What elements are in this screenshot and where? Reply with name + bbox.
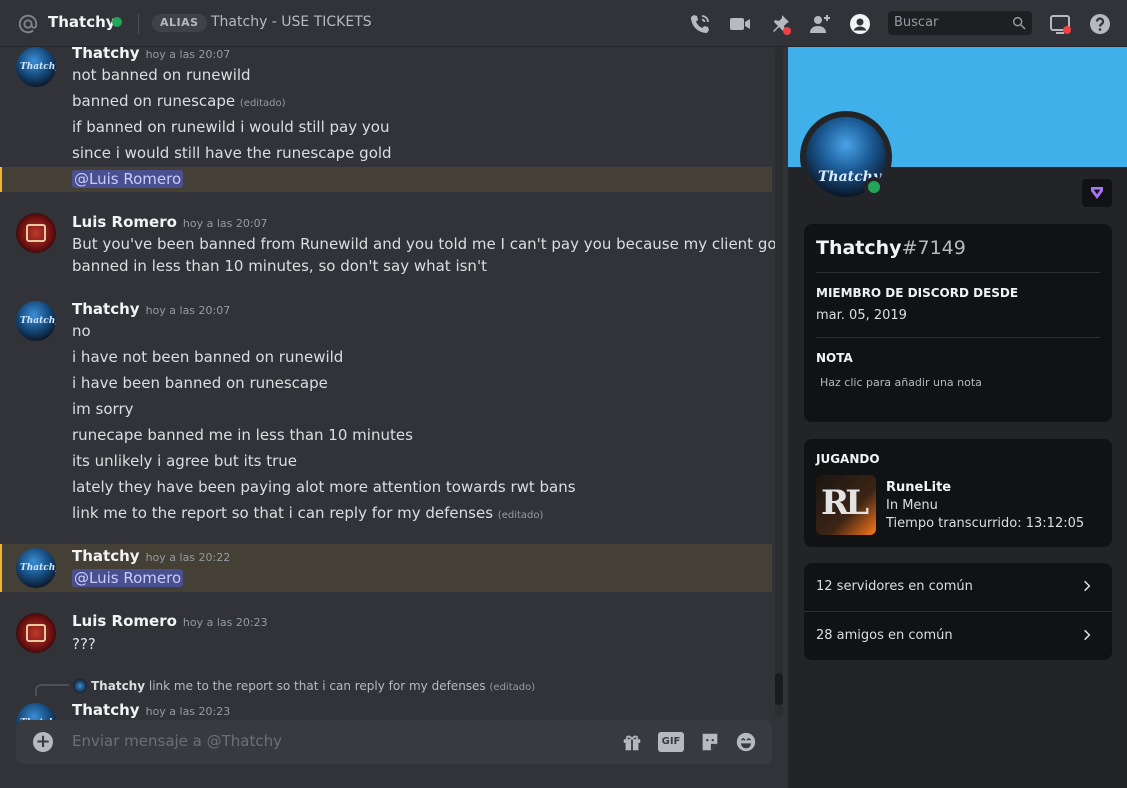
- message-line: banned in less than 10 minutes, so don't…: [72, 257, 487, 275]
- mutuals-card: 12 servidores en común 28 amigos en comú…: [804, 563, 1112, 660]
- header-divider: [138, 14, 139, 34]
- message-line: @Luis Romero: [72, 170, 184, 188]
- divider: [816, 272, 1100, 273]
- message-line: since i would still have the runescape g…: [72, 144, 392, 162]
- online-status-dot: [864, 177, 884, 197]
- video-call-icon[interactable]: [728, 12, 752, 36]
- message-line: i have not been banned on runewild: [72, 348, 344, 366]
- avatar[interactable]: Thatchy: [16, 301, 56, 341]
- message-composer: + GIF: [16, 720, 772, 764]
- edited-tag: (editado): [497, 510, 544, 521]
- message-author[interactable]: Luis Romero hoy a las 20:23: [72, 612, 268, 630]
- alias-tag: ALIAS: [152, 14, 207, 32]
- message-line: @Luis Romero: [72, 569, 184, 587]
- profile-badge[interactable]: [1082, 179, 1112, 207]
- avatar-logo-text: Thatchy: [20, 62, 56, 72]
- game-name: RuneLite: [886, 480, 952, 495]
- profile-discriminator: #7149: [901, 237, 966, 259]
- avatar-logo-text: Thatchy: [20, 563, 56, 573]
- message-line: link me to the report so that i can repl…: [72, 504, 544, 522]
- game-art-logo: RL: [821, 483, 869, 523]
- dm-user-name[interactable]: Thatchy: [48, 13, 116, 31]
- chat-scrollbar-thumb[interactable]: [775, 673, 783, 705]
- message-line: runecape banned me in less than 10 minut…: [72, 426, 413, 444]
- message-line: ???: [72, 635, 96, 653]
- message-line: i have been banned on runescape: [72, 374, 328, 392]
- channel-header: Thatchy ALIAS Thatchy - USE TICKETS Busc…: [0, 0, 1127, 47]
- mutual-friends-row[interactable]: 28 amigos en común: [804, 612, 1112, 660]
- at-sign-icon: [18, 14, 38, 34]
- alias-text: Thatchy - USE TICKETS: [211, 14, 372, 30]
- search-icon: [1012, 16, 1026, 30]
- message-line: its unlikely i agree but its true: [72, 452, 297, 470]
- chevron-right-icon: [1084, 629, 1091, 641]
- message-timestamp: hoy a las 20:23: [182, 616, 268, 629]
- reply-connector: [35, 684, 69, 696]
- activity-card: JUGANDO RL RuneLite In Menu Tiempo trans…: [804, 439, 1112, 547]
- message-timestamp: hoy a las 20:23: [145, 705, 231, 718]
- message-line: im sorry: [72, 400, 134, 418]
- mutual-servers-row[interactable]: 12 servidores en común: [804, 563, 1112, 611]
- note-input[interactable]: Haz clic para añadir una nota: [820, 376, 982, 389]
- search-input[interactable]: Buscar: [888, 11, 1032, 35]
- message-author[interactable]: Thatchy hoy a las 20:22: [72, 547, 230, 565]
- message-timestamp: hoy a las 20:07: [145, 48, 231, 61]
- message-line: if banned on runewild i would still pay …: [72, 118, 390, 136]
- member-since-date: mar. 05, 2019: [816, 308, 907, 323]
- user-mention[interactable]: @Luis Romero: [72, 569, 184, 587]
- add-friend-icon[interactable]: [808, 12, 832, 36]
- game-elapsed: Tiempo transcurrido: 13:12:05: [886, 516, 1085, 531]
- message-timestamp: hoy a las 20:07: [145, 304, 231, 317]
- profile-icon[interactable]: [848, 12, 872, 36]
- message-input[interactable]: [72, 732, 592, 750]
- inbox-icon[interactable]: [1048, 12, 1072, 36]
- message-author[interactable]: Thatchy hoy a las 20:07: [72, 47, 230, 62]
- message-list: Thatchy Thatchyhoy a las 20:07 not banne…: [0, 47, 787, 788]
- message-line: But you've been banned from Runewild and…: [72, 235, 783, 253]
- phone-call-icon[interactable]: [688, 12, 712, 36]
- message-author[interactable]: Thatchy hoy a las 20:07: [72, 300, 230, 318]
- chevron-right-icon: [1084, 580, 1091, 592]
- user-mention[interactable]: @Luis Romero: [72, 170, 184, 188]
- message-line: banned on runescape (editado): [72, 92, 286, 110]
- message-author[interactable]: Thatchy hoy a las 20:23: [72, 701, 230, 719]
- game-state: In Menu: [886, 498, 938, 513]
- reply-avatar: [73, 679, 87, 693]
- user-profile-panel: Thatchy Thatchy#7149 MIEMBRO DE DISCORD …: [788, 47, 1127, 788]
- avatar[interactable]: [16, 213, 56, 253]
- member-since-title: MIEMBRO DE DISCORD DESDE: [816, 286, 1019, 300]
- profile-username: Thatchy#7149: [816, 237, 966, 259]
- online-status-dot: [112, 17, 122, 27]
- emoji-icon[interactable]: [734, 731, 758, 753]
- reply-preview[interactable]: Thatchy link me to the report so that i …: [91, 679, 535, 693]
- mutual-servers-label: 12 servidores en común: [816, 579, 973, 594]
- avatar[interactable]: Thatchy: [16, 47, 56, 87]
- profile-info-card: Thatchy#7149 MIEMBRO DE DISCORD DESDE ma…: [804, 224, 1112, 422]
- pin-icon[interactable]: [768, 12, 792, 36]
- message-timestamp: hoy a las 20:22: [145, 551, 231, 564]
- note-title: NOTA: [816, 351, 853, 365]
- mutual-friends-label: 28 amigos en común: [816, 628, 953, 643]
- message-line: lately they have been paying alot more a…: [72, 478, 576, 496]
- gif-button[interactable]: GIF: [658, 732, 684, 752]
- message-line: not banned on runewild: [72, 66, 251, 84]
- playing-title: JUGANDO: [816, 452, 880, 466]
- message-timestamp: hoy a las 20:07: [182, 217, 268, 230]
- divider: [816, 337, 1100, 338]
- upload-plus-button[interactable]: +: [33, 732, 53, 752]
- chat-scrollbar-track[interactable]: [775, 47, 783, 717]
- avatar-logo-text: Thatchy: [20, 316, 56, 326]
- gift-icon[interactable]: [620, 731, 644, 753]
- search-placeholder: Buscar: [894, 15, 939, 30]
- game-art: RL: [816, 475, 876, 535]
- nitro-badge-icon: [1091, 187, 1103, 199]
- help-icon[interactable]: [1088, 12, 1112, 36]
- edited-tag: (editado): [239, 98, 286, 109]
- avatar[interactable]: Thatchy: [16, 548, 56, 588]
- message-author[interactable]: Luis Romero hoy a las 20:07: [72, 213, 268, 231]
- sticker-icon[interactable]: [698, 731, 722, 753]
- message-line: no: [72, 322, 91, 340]
- avatar[interactable]: [16, 613, 56, 653]
